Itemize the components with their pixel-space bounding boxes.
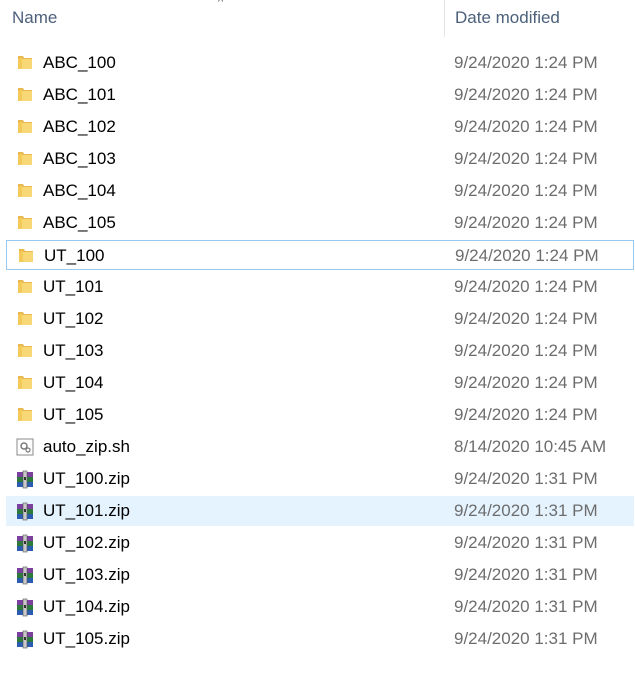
file-name: ABC_103 bbox=[43, 149, 116, 168]
file-row[interactable]: ABC_103 9/24/2020 1:24 PM bbox=[6, 144, 634, 174]
folder-icon bbox=[15, 309, 35, 329]
file-date-modified: 9/24/2020 1:31 PM bbox=[454, 597, 598, 616]
name-column-header[interactable]: Name bbox=[12, 8, 57, 28]
file-name: ABC_100 bbox=[43, 53, 116, 72]
file-row[interactable]: auto_zip.sh 8/14/2020 10:45 AM bbox=[6, 432, 634, 462]
file-row[interactable]: UT_104.zip 9/24/2020 1:31 PM bbox=[6, 592, 634, 622]
file-date-modified: 9/24/2020 1:24 PM bbox=[454, 373, 598, 392]
folder-icon bbox=[15, 277, 35, 297]
folder-icon bbox=[15, 181, 35, 201]
file-name: UT_102.zip bbox=[43, 533, 130, 552]
folder-icon bbox=[15, 341, 35, 361]
winrar-archive-icon bbox=[15, 501, 35, 521]
file-name: UT_101.zip bbox=[43, 501, 130, 520]
file-name: UT_102 bbox=[43, 309, 104, 328]
column-header-bar: Name ^ Date modified bbox=[0, 0, 635, 37]
file-name: UT_104 bbox=[43, 373, 104, 392]
winrar-archive-icon bbox=[15, 597, 35, 617]
file-name: UT_105.zip bbox=[43, 629, 130, 648]
folder-icon bbox=[15, 373, 35, 393]
file-row[interactable]: ABC_100 9/24/2020 1:24 PM bbox=[6, 48, 634, 78]
file-row[interactable]: ABC_101 9/24/2020 1:24 PM bbox=[6, 80, 634, 110]
folder-icon bbox=[15, 85, 35, 105]
file-row[interactable]: UT_102.zip 9/24/2020 1:31 PM bbox=[6, 528, 634, 558]
winrar-archive-icon bbox=[15, 469, 35, 489]
file-row[interactable]: UT_103 9/24/2020 1:24 PM bbox=[6, 336, 634, 366]
file-name: UT_100.zip bbox=[43, 469, 130, 488]
file-date-modified: 9/24/2020 1:31 PM bbox=[454, 501, 598, 520]
file-date-modified: 9/24/2020 1:24 PM bbox=[455, 246, 599, 265]
folder-icon bbox=[16, 246, 36, 266]
file-row[interactable]: ABC_104 9/24/2020 1:24 PM bbox=[6, 176, 634, 206]
file-name: ABC_102 bbox=[43, 117, 116, 136]
file-date-modified: 9/24/2020 1:31 PM bbox=[454, 565, 598, 584]
date-modified-column-header[interactable]: Date modified bbox=[455, 8, 560, 28]
file-row[interactable]: UT_103.zip 9/24/2020 1:31 PM bbox=[6, 560, 634, 590]
file-name: ABC_101 bbox=[43, 85, 116, 104]
script-file-icon bbox=[15, 437, 35, 457]
file-date-modified: 9/24/2020 1:24 PM bbox=[454, 117, 598, 136]
file-date-modified: 9/24/2020 1:31 PM bbox=[454, 533, 598, 552]
file-date-modified: 9/24/2020 1:24 PM bbox=[454, 85, 598, 104]
file-date-modified: 9/24/2020 1:24 PM bbox=[454, 213, 598, 232]
winrar-archive-icon bbox=[15, 565, 35, 585]
folder-icon bbox=[15, 53, 35, 73]
file-date-modified: 8/14/2020 10:45 AM bbox=[454, 437, 607, 456]
folder-icon bbox=[15, 213, 35, 233]
folder-icon bbox=[15, 117, 35, 137]
file-date-modified: 9/24/2020 1:31 PM bbox=[454, 469, 598, 488]
file-row[interactable]: UT_101 9/24/2020 1:24 PM bbox=[6, 272, 634, 302]
file-date-modified: 9/24/2020 1:24 PM bbox=[454, 277, 598, 296]
file-row[interactable]: UT_105 9/24/2020 1:24 PM bbox=[6, 400, 634, 430]
file-date-modified: 9/24/2020 1:24 PM bbox=[454, 341, 598, 360]
file-row[interactable]: UT_105.zip 9/24/2020 1:31 PM bbox=[6, 624, 634, 654]
winrar-archive-icon bbox=[15, 533, 35, 553]
file-name: ABC_105 bbox=[43, 213, 116, 232]
folder-icon bbox=[15, 149, 35, 169]
winrar-archive-icon bbox=[15, 629, 35, 649]
file-name: UT_104.zip bbox=[43, 597, 130, 616]
file-row[interactable]: UT_102 9/24/2020 1:24 PM bbox=[6, 304, 634, 334]
file-date-modified: 9/24/2020 1:24 PM bbox=[454, 53, 598, 72]
file-date-modified: 9/24/2020 1:24 PM bbox=[454, 149, 598, 168]
file-row[interactable]: UT_100 9/24/2020 1:24 PM bbox=[6, 240, 634, 270]
file-name: UT_103 bbox=[43, 341, 104, 360]
file-row[interactable]: UT_101.zip 9/24/2020 1:31 PM bbox=[6, 496, 634, 526]
file-date-modified: 9/24/2020 1:31 PM bbox=[454, 629, 598, 648]
folder-icon bbox=[15, 405, 35, 425]
column-divider[interactable] bbox=[444, 0, 445, 37]
sort-caret-icon: ^ bbox=[218, 0, 224, 8]
file-date-modified: 9/24/2020 1:24 PM bbox=[454, 309, 598, 328]
file-name: UT_105 bbox=[43, 405, 104, 424]
file-row[interactable]: UT_100.zip 9/24/2020 1:31 PM bbox=[6, 464, 634, 494]
file-name: UT_101 bbox=[43, 277, 104, 296]
file-name: ABC_104 bbox=[43, 181, 116, 200]
file-row[interactable]: ABC_105 9/24/2020 1:24 PM bbox=[6, 208, 634, 238]
file-name: UT_103.zip bbox=[43, 565, 130, 584]
file-row[interactable]: ABC_102 9/24/2020 1:24 PM bbox=[6, 112, 634, 142]
file-row[interactable]: UT_104 9/24/2020 1:24 PM bbox=[6, 368, 634, 398]
file-name: auto_zip.sh bbox=[43, 437, 130, 456]
file-name: UT_100 bbox=[44, 246, 105, 265]
file-date-modified: 9/24/2020 1:24 PM bbox=[454, 405, 598, 424]
file-date-modified: 9/24/2020 1:24 PM bbox=[454, 181, 598, 200]
